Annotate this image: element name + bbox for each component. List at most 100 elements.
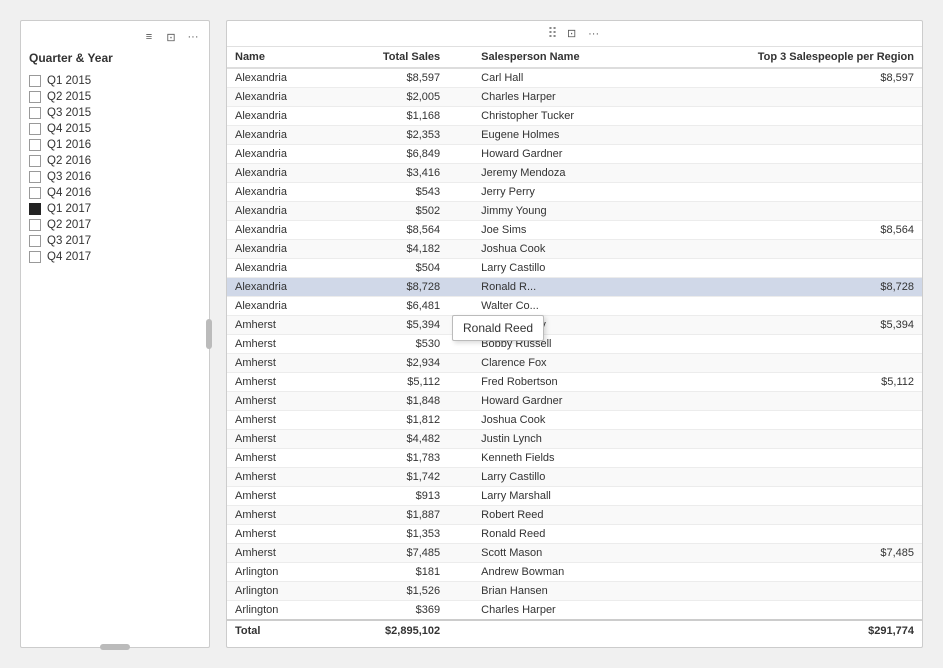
cell-salesperson: Carl Hall: [473, 68, 652, 88]
table-row[interactable]: Amherst$7,485Scott Mason$7,485: [227, 544, 922, 563]
table-row[interactable]: Amherst$5,394Arthur Mccoy$5,394: [227, 316, 922, 335]
col-name[interactable]: Name: [227, 47, 333, 68]
table-row[interactable]: Alexandria$3,416Jeremy Mendoza: [227, 164, 922, 183]
filter-label: Q1 2017: [47, 203, 91, 215]
table-row[interactable]: Amherst$913Larry Marshall: [227, 487, 922, 506]
cell-top3: $7,485: [652, 544, 922, 563]
table-row[interactable]: Alexandria$502Jimmy Young: [227, 202, 922, 221]
filter-item[interactable]: Q4 2015: [29, 121, 201, 137]
table-row[interactable]: Arlington$369Charles Harper: [227, 601, 922, 621]
table-row[interactable]: Alexandria$1,168Christopher Tucker: [227, 107, 922, 126]
more-icon[interactable]: ···: [185, 29, 201, 45]
filter-checkbox[interactable]: [29, 235, 41, 247]
cell-salesperson: Ronald R...: [473, 278, 652, 297]
resize-handle-bottom[interactable]: [100, 644, 130, 650]
table-row[interactable]: Alexandria$2,353Eugene Holmes: [227, 126, 922, 145]
filter-checkbox[interactable]: [29, 123, 41, 135]
table-row[interactable]: Amherst$4,482Justin Lynch: [227, 430, 922, 449]
filter-checkbox[interactable]: [29, 251, 41, 263]
cell-top3: [652, 563, 922, 582]
cell-spacer: [448, 240, 473, 259]
cell-total-sales: $530: [333, 335, 448, 354]
table-row[interactable]: Amherst$1,848Howard Gardner: [227, 392, 922, 411]
filter-item[interactable]: Q2 2015: [29, 89, 201, 105]
filter-item[interactable]: Q2 2016: [29, 153, 201, 169]
cell-spacer: [448, 411, 473, 430]
table-row[interactable]: Amherst$2,934Clarence Fox: [227, 354, 922, 373]
filter-checkbox[interactable]: [29, 75, 41, 87]
table-row[interactable]: Amherst$530Bobby Russell: [227, 335, 922, 354]
table-container[interactable]: Name Total Sales Salesperson Name Top 3 …: [227, 47, 922, 647]
table-row[interactable]: Arlington$181Andrew Bowman: [227, 563, 922, 582]
table-row[interactable]: Alexandria$8,728Ronald R...$8,728: [227, 278, 922, 297]
cell-top3: $5,112: [652, 373, 922, 392]
cell-name: Alexandria: [227, 88, 333, 107]
cell-spacer: [448, 392, 473, 411]
table-row[interactable]: Alexandria$8,564Joe Sims$8,564: [227, 221, 922, 240]
filter-checkbox[interactable]: [29, 187, 41, 199]
cell-total-sales: $502: [333, 202, 448, 221]
cell-name: Alexandria: [227, 183, 333, 202]
table-row[interactable]: Alexandria$8,597Carl Hall$8,597: [227, 68, 922, 88]
cell-salesperson: Clarence Fox: [473, 354, 652, 373]
cell-top3: [652, 582, 922, 601]
table-row[interactable]: Alexandria$6,849Howard Gardner: [227, 145, 922, 164]
cell-name: Alexandria: [227, 202, 333, 221]
filter-checkbox[interactable]: [29, 155, 41, 167]
table-row[interactable]: Amherst$1,742Larry Castillo: [227, 468, 922, 487]
table-row[interactable]: Alexandria$504Larry Castillo: [227, 259, 922, 278]
table-row[interactable]: Amherst$1,783Kenneth Fields: [227, 449, 922, 468]
cell-spacer: [448, 373, 473, 392]
col-top3[interactable]: Top 3 Salespeople per Region: [652, 47, 922, 68]
cell-name: Alexandria: [227, 278, 333, 297]
table-row[interactable]: Alexandria$2,005Charles Harper: [227, 88, 922, 107]
cell-top3: [652, 525, 922, 544]
cell-spacer: [448, 525, 473, 544]
data-more-icon[interactable]: ···: [586, 26, 602, 42]
filter-checkbox[interactable]: [29, 91, 41, 103]
filter-checkbox[interactable]: [29, 171, 41, 183]
resize-handle-right[interactable]: [206, 319, 212, 349]
cell-name: Amherst: [227, 411, 333, 430]
cell-spacer: [448, 601, 473, 621]
table-body: Alexandria$8,597Carl Hall$8,597Alexandri…: [227, 68, 922, 620]
cell-spacer: [448, 164, 473, 183]
filter-item[interactable]: Q4 2016: [29, 185, 201, 201]
filter-checkbox[interactable]: [29, 139, 41, 151]
drag-handle[interactable]: ⠿: [547, 25, 557, 42]
table-row[interactable]: Arlington$1,526Brian Hansen: [227, 582, 922, 601]
filter-item[interactable]: Q1 2017: [29, 201, 201, 217]
filter-checkbox[interactable]: [29, 107, 41, 119]
cell-salesperson: Larry Castillo: [473, 468, 652, 487]
cell-name: Amherst: [227, 335, 333, 354]
filter-label: Q4 2015: [47, 123, 91, 135]
filter-checkbox[interactable]: [29, 219, 41, 231]
filter-item[interactable]: Q4 2017: [29, 249, 201, 265]
filter-item[interactable]: Q1 2016: [29, 137, 201, 153]
expand-icon[interactable]: ⊡: [163, 29, 179, 45]
menu-icon[interactable]: ≡: [141, 29, 157, 45]
table-row[interactable]: Alexandria$6,481Walter Co...: [227, 297, 922, 316]
table-row[interactable]: Amherst$5,112Fred Robertson$5,112: [227, 373, 922, 392]
table-row[interactable]: Alexandria$4,182Joshua Cook: [227, 240, 922, 259]
cell-salesperson: Fred Robertson: [473, 373, 652, 392]
data-expand-icon[interactable]: ⊡: [564, 26, 580, 42]
col-total-sales[interactable]: Total Sales: [333, 47, 448, 68]
filter-item[interactable]: Q3 2017: [29, 233, 201, 249]
table-row[interactable]: Amherst$1,353Ronald Reed: [227, 525, 922, 544]
filter-item[interactable]: Q3 2016: [29, 169, 201, 185]
filter-item[interactable]: Q1 2015: [29, 73, 201, 89]
table-row[interactable]: Amherst$1,812Joshua Cook: [227, 411, 922, 430]
col-salesperson[interactable]: Salesperson Name: [473, 47, 652, 68]
table-row[interactable]: Amherst$1,887Robert Reed: [227, 506, 922, 525]
filter-checkbox[interactable]: [29, 203, 41, 215]
cell-top3: [652, 335, 922, 354]
cell-top3: [652, 259, 922, 278]
filter-item[interactable]: Q2 2017: [29, 217, 201, 233]
cell-top3: [652, 601, 922, 621]
filter-item[interactable]: Q3 2015: [29, 105, 201, 121]
cell-total-sales: $1,526: [333, 582, 448, 601]
table-row[interactable]: Alexandria$543Jerry Perry: [227, 183, 922, 202]
cell-top3: [652, 145, 922, 164]
cell-salesperson: Joe Sims: [473, 221, 652, 240]
